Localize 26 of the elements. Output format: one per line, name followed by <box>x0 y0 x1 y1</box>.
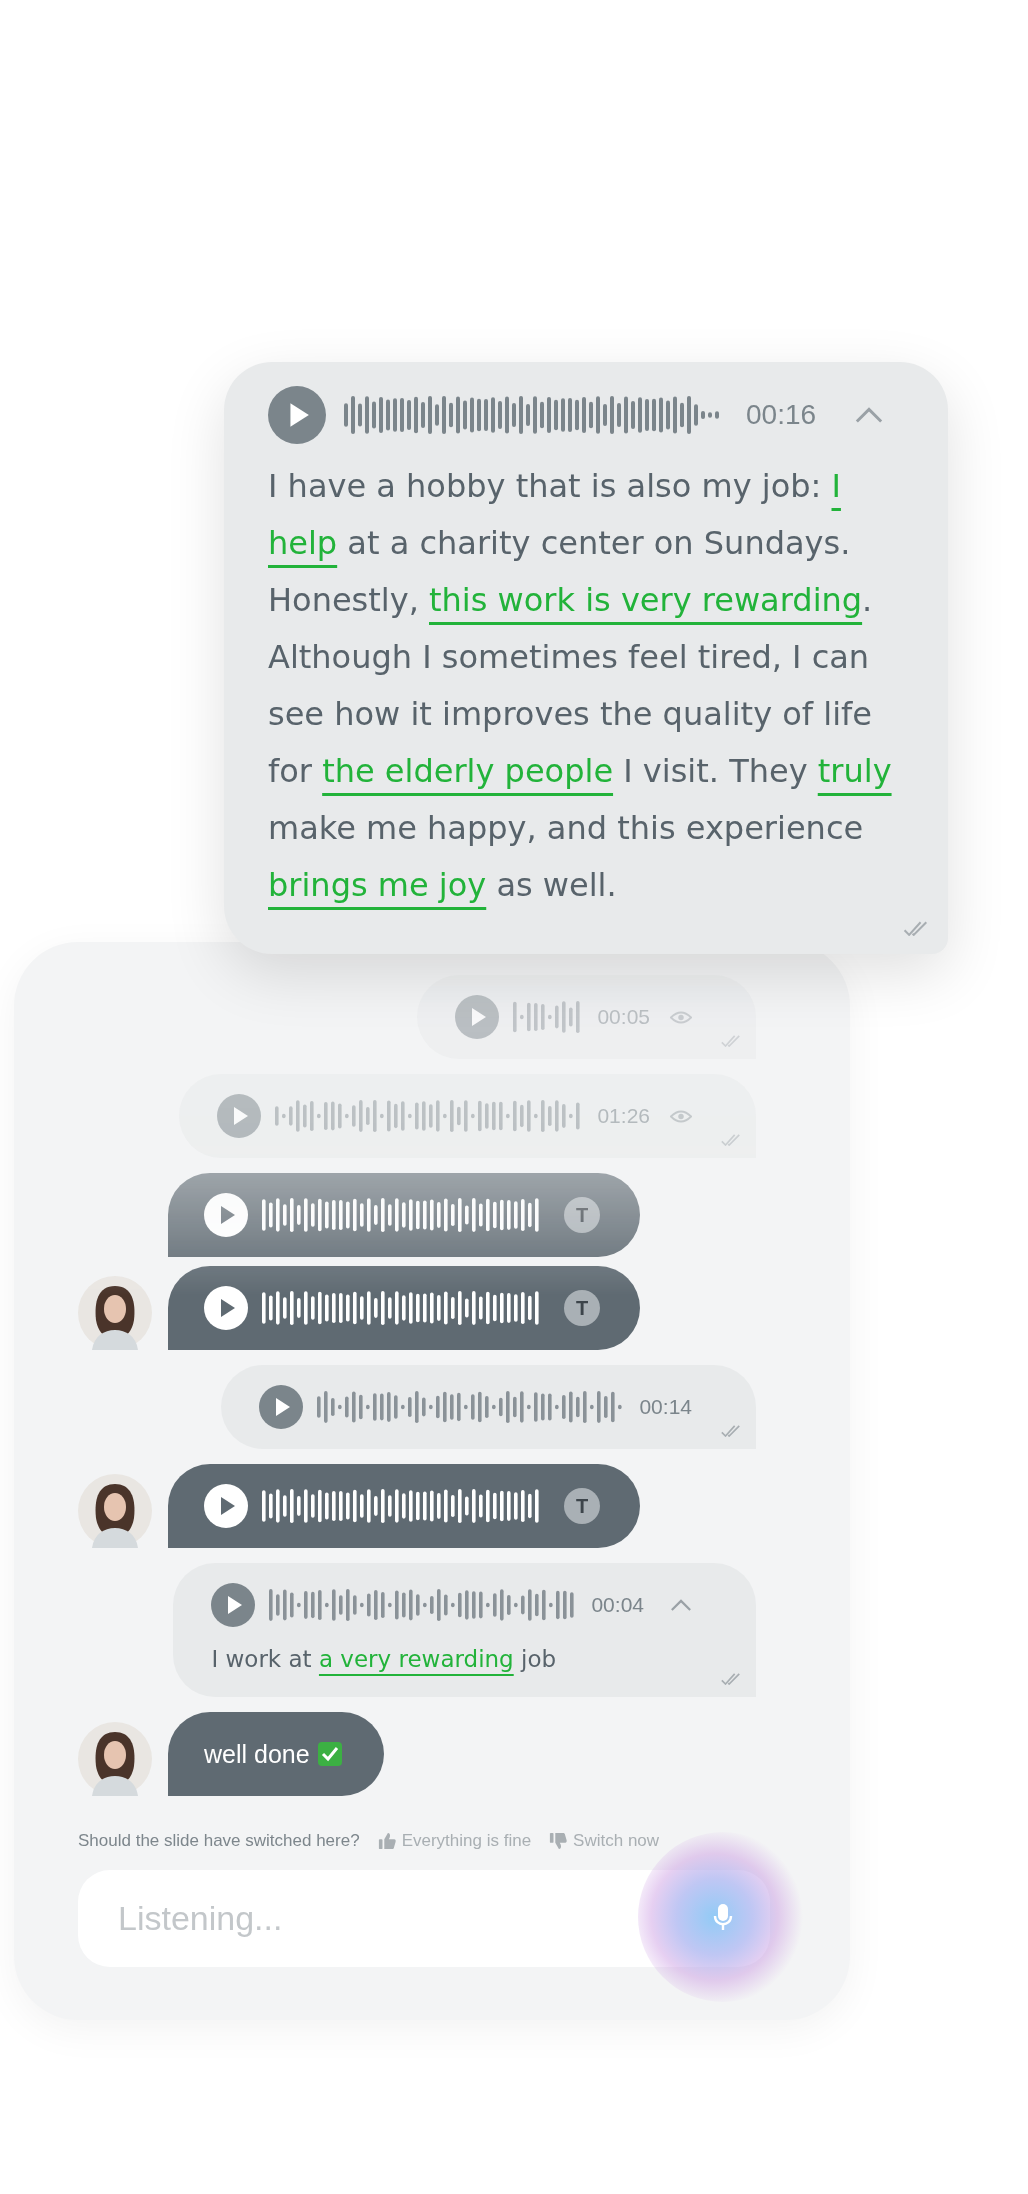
feedback-question: Should the slide have switched here? <box>78 1831 360 1851</box>
transcript-text: I have a hobby that is also my job: I help at a charity center on Sundays. Honestly, this work is very rewarding. Although I sometimes feel tired, I can see how it improves the quality of life for the elderly people I visit. They truly make me happy, and this experience brings me joy as well. <box>268 466 893 906</box>
check-icon <box>317 1742 342 1766</box>
caret-icon[interactable] <box>670 1598 692 1612</box>
caret-icon[interactable] <box>854 406 885 424</box>
message-text: well done <box>204 1739 310 1769</box>
play-button[interactable] <box>268 386 326 444</box>
duration: 01:26 <box>597 1104 650 1128</box>
duration: 00:14 <box>639 1395 692 1419</box>
play-button[interactable] <box>204 1484 248 1528</box>
microphone-icon <box>713 1903 733 1931</box>
thumbs-up-icon <box>377 1832 396 1850</box>
thumbs-down-button[interactable]: Switch now <box>549 1831 660 1851</box>
thumbs-up-button[interactable]: Everything is fine <box>377 1831 532 1851</box>
play-button[interactable] <box>211 1583 256 1627</box>
transcript-button[interactable]: T <box>564 1488 600 1524</box>
duration: 00:04 <box>591 1593 644 1617</box>
play-button[interactable] <box>204 1286 248 1330</box>
transcript-button[interactable]: T <box>564 1197 600 1233</box>
play-button[interactable] <box>259 1385 304 1429</box>
play-button[interactable] <box>204 1193 248 1237</box>
message-input[interactable]: Listening... <box>78 1870 770 1967</box>
duration: 00:16 <box>746 399 817 431</box>
thumbs-down-icon <box>549 1832 568 1850</box>
transcript-button[interactable]: T <box>564 1290 600 1326</box>
transcript-text: I work at a very rewarding job <box>211 1645 558 1674</box>
